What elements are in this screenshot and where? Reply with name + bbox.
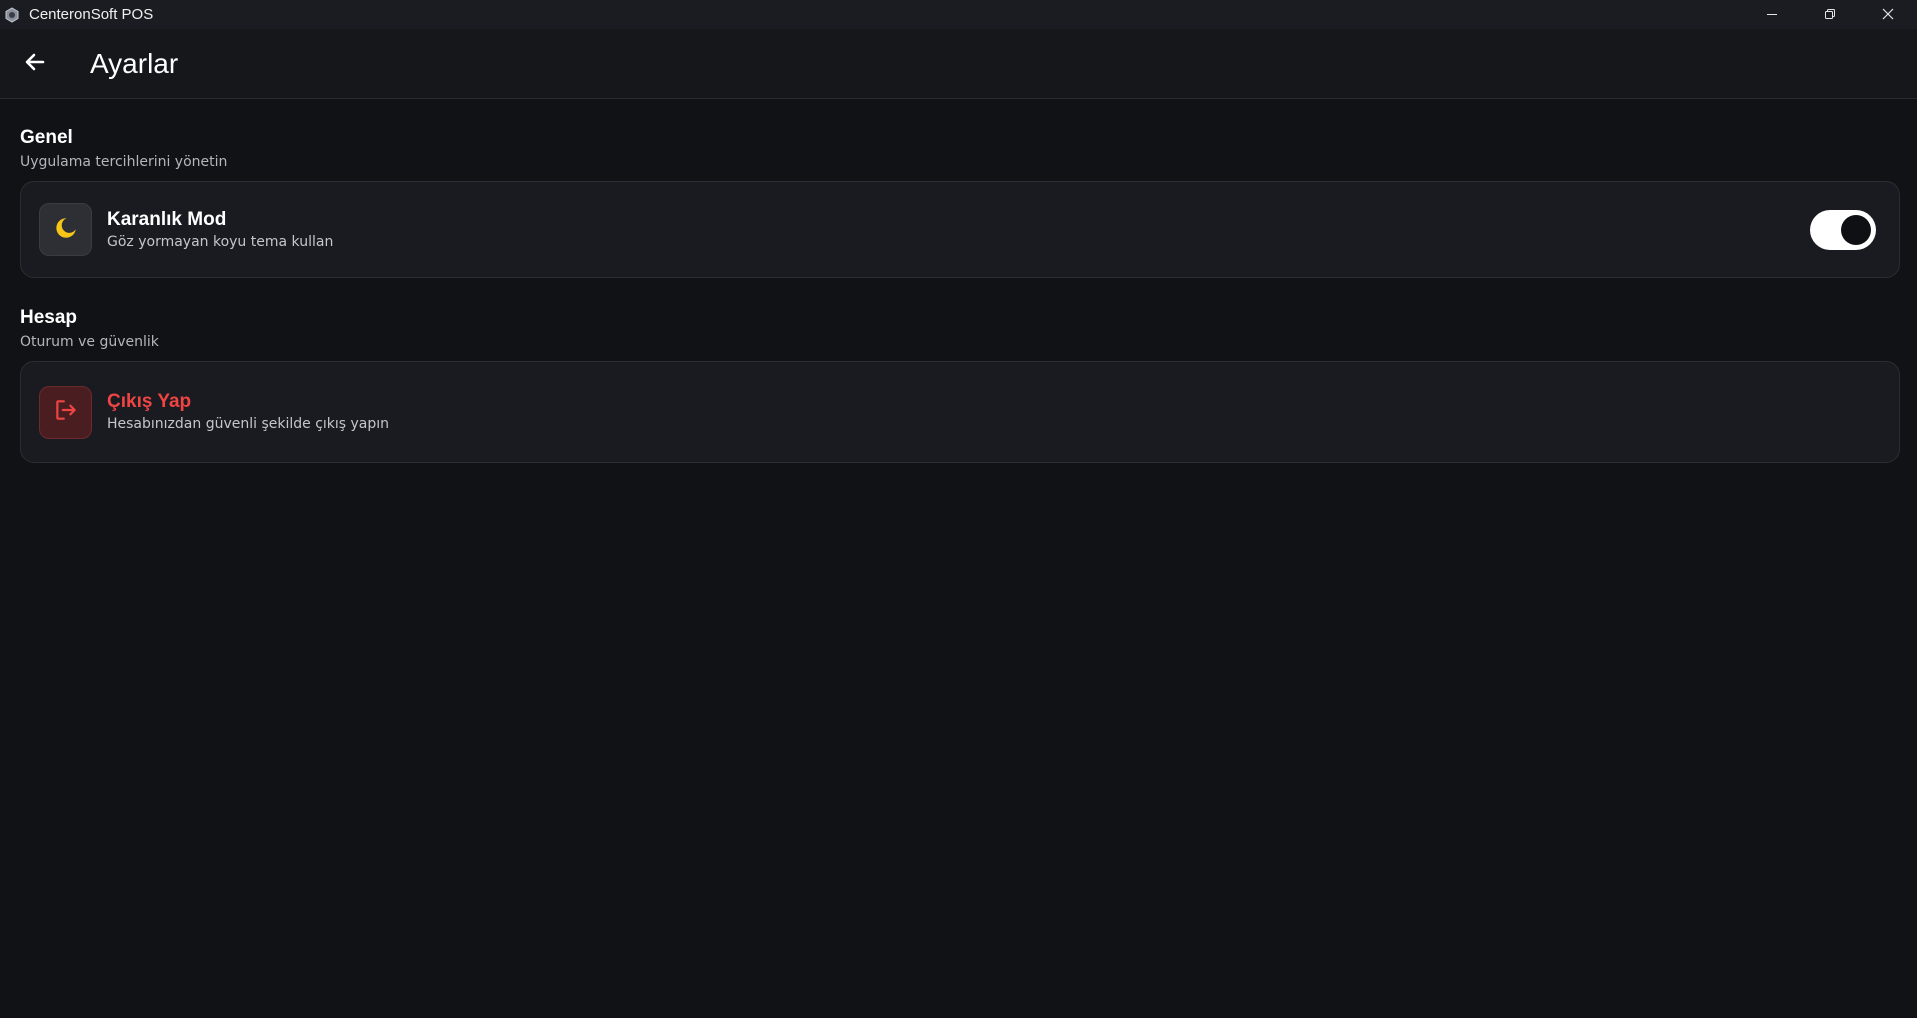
logout-icon-box — [39, 385, 92, 439]
logout-icon — [53, 397, 79, 427]
app-logo-icon — [3, 6, 21, 24]
logout-text: Çıkış Yap Hesabınızdan güvenli şekilde ç… — [107, 390, 389, 434]
window-titlebar: CenteronSoft POS — [0, 0, 1917, 29]
section-subtitle: Uygulama tercihlerini yönetin — [20, 154, 228, 170]
dark-mode-card: Karanlık Mod Göz yormayan koyu tema kull… — [20, 181, 1900, 278]
settings-content: Genel Uygulama tercihlerini yönetin Kara… — [20, 99, 1900, 463]
section-title: Genel — [20, 127, 73, 148]
window-title: CenteronSoft POS — [29, 6, 154, 23]
page-title: Ayarlar — [90, 47, 179, 79]
minimize-button[interactable] — [1743, 0, 1801, 29]
toggle-knob — [1841, 215, 1871, 245]
dark-mode-text: Karanlık Mod Göz yormayan koyu tema kull… — [107, 208, 333, 252]
minimize-icon — [1766, 5, 1778, 24]
close-icon — [1882, 5, 1894, 24]
window-controls — [1743, 0, 1917, 29]
section-general: Genel Uygulama tercihlerini yönetin Kara… — [20, 99, 1900, 278]
logout-card[interactable]: Çıkış Yap Hesabınızdan güvenli şekilde ç… — [20, 361, 1900, 463]
restore-button[interactable] — [1801, 0, 1859, 29]
restore-icon — [1824, 5, 1836, 24]
dark-mode-icon-box — [39, 203, 92, 256]
close-button[interactable] — [1859, 0, 1917, 29]
app-bar: Ayarlar — [0, 29, 1917, 99]
dark-mode-description: Göz yormayan koyu tema kullan — [107, 233, 334, 250]
section-subtitle: Oturum ve güvenlik — [20, 334, 159, 350]
section-title: Hesap — [20, 307, 78, 328]
section-account: Hesap Oturum ve güvenlik Çıkış Yap Hesab… — [20, 306, 1900, 463]
logout-description: Hesabınızdan güvenli şekilde çıkış yapın — [107, 416, 390, 432]
arrow-left-icon — [23, 50, 47, 78]
dark-mode-toggle[interactable] — [1810, 210, 1876, 250]
logout-title: Çıkış Yap — [107, 391, 192, 412]
moon-icon — [53, 215, 79, 245]
dark-mode-title: Karanlık Mod — [107, 208, 227, 230]
back-button[interactable] — [15, 44, 55, 84]
